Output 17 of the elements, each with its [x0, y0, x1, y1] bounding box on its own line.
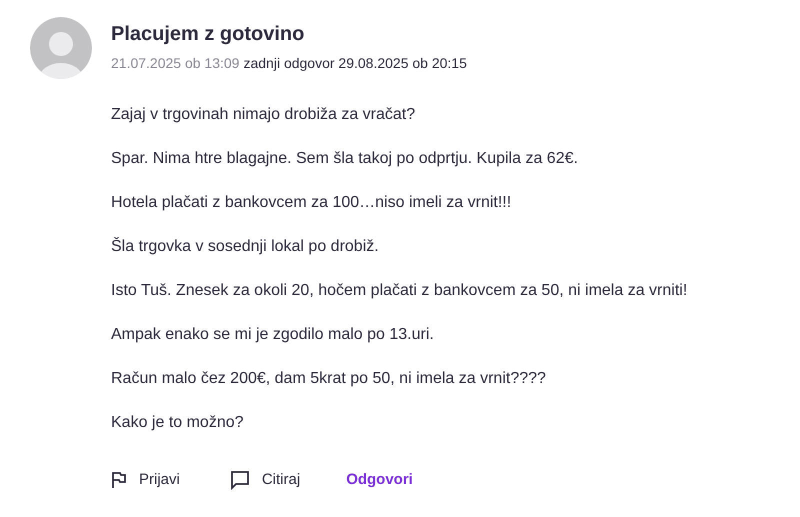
post-paragraph: Račun malo čez 200€, dam 5krat po 50, ni imela za vrnit????: [111, 369, 547, 389]
post-date: 21.07.2025 ob 13:09: [111, 54, 240, 73]
post-paragraph: Kako je to možno?: [111, 413, 245, 433]
post-paragraph: Ampak enako se mi je zgodilo malo po 13.uri.: [111, 325, 435, 345]
post-title: Placujem z gotovino: [111, 22, 306, 47]
report-button[interactable]: Prijavi: [111, 469, 180, 492]
post-paragraph: Spar. Nima htre blagajne. Sem šla takoj po odprtju. Kupila za 62€.: [111, 149, 579, 169]
avatar-icon: [30, 17, 92, 79]
flag-icon: [111, 471, 127, 490]
post-paragraph: Hotela plačati z bankovcem za 100…niso imeli za vrnit!!!: [111, 193, 512, 213]
last-reply-date: zadnji odgovor 29.08.2025 ob 20:15: [243, 54, 467, 73]
post-paragraph: Isto Tuš. Znesek za okoli 20, hočem plačati z bankovcem za 50, ni imela za vrniti!: [111, 281, 688, 301]
quote-button[interactable]: Citiraj: [230, 469, 300, 492]
post-paragraph: Zajaj v trgovinah nimajo drobiža za vračat?: [111, 105, 416, 125]
reply-button[interactable]: Odgovori: [346, 469, 413, 492]
comment-icon: [230, 470, 250, 490]
post-paragraph: Šla trgovka v sosednji lokal po drobiž.: [111, 236, 380, 257]
